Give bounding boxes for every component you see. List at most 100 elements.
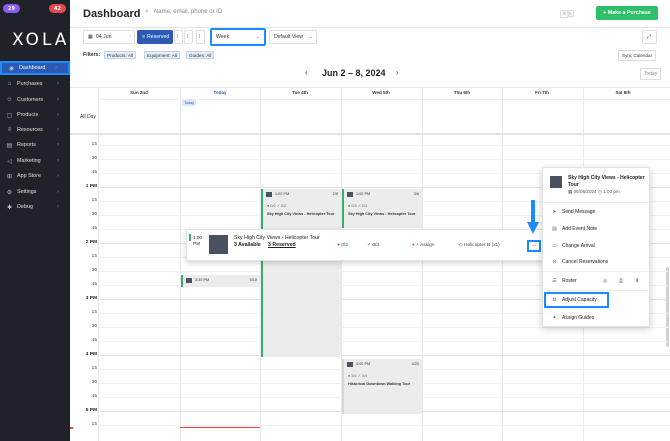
user-icon: ● xyxy=(337,243,340,248)
prev-week-button[interactable]: ‹ xyxy=(305,68,308,77)
guide-icon: ● xyxy=(412,243,415,248)
default-view-value: Default View xyxy=(274,34,304,40)
calendar-icon: ▦ xyxy=(88,34,93,40)
event-time: 1:00 PM xyxy=(356,192,371,196)
chevron-down-icon: ⌄ xyxy=(308,34,313,40)
view-mode-button-3[interactable]: ⁞ xyxy=(184,30,193,44)
all-day-label: All Day xyxy=(80,114,96,120)
chart-icon: ▤ xyxy=(6,142,13,149)
expand-icon: ⤢ xyxy=(647,33,652,40)
more-icon: ··· xyxy=(531,243,537,249)
checked-in-value: 0/3 xyxy=(372,243,380,248)
event-time: 4:00 PM xyxy=(356,362,371,366)
cancel-icon: ⊘ xyxy=(552,259,557,265)
event-card-walking-tour[interactable]: 4:00 PM 4/20 ● 3/4 ✓ 0/4 Historical Down… xyxy=(342,359,422,414)
cancel-reservations-menu-item[interactable]: ⊘ Cancel Reservations xyxy=(546,255,648,269)
sidebar-item-customers[interactable]: ☺ Customers › xyxy=(0,93,70,107)
menu-item-label: Cancel Reservations xyxy=(562,259,609,265)
notification-badge[interactable]: 29 xyxy=(3,4,20,13)
view-roster-icon[interactable]: ◎ xyxy=(603,278,607,284)
event-meta-2: 0/4 xyxy=(361,374,368,378)
adjust-capacity-menu-item[interactable]: ⇅ Adjust Capacity xyxy=(544,292,609,308)
arrow-down-icon xyxy=(527,200,539,234)
event-card-wed[interactable]: 1:00 PM 3/8 ● 0/3 ✓ 0/3 Sky High City Vi… xyxy=(342,189,422,228)
sidebar-item-label: App Store xyxy=(17,173,41,179)
add-event-note-menu-item[interactable]: ▤ Add Event Note xyxy=(546,222,648,236)
roster-menu-item[interactable]: ☰ Roster ◎ ⎙ ⬇ xyxy=(546,274,648,288)
capacity-icon: ⇅ xyxy=(552,297,557,303)
sidebar-item-marketing[interactable]: ◁ Marketing › xyxy=(0,154,70,168)
reserved-toggle-button[interactable]: ≡ Reserved xyxy=(137,30,173,44)
menu-divider xyxy=(543,202,649,203)
chevron-right-icon: › xyxy=(57,173,59,179)
arrival-icon: ▭ xyxy=(552,243,557,249)
event-thumbnail xyxy=(266,192,272,197)
sidebar-item-settings[interactable]: ⚙ Settings › xyxy=(0,185,70,199)
change-arrival-menu-item[interactable]: ▭ Change Arrival xyxy=(546,239,648,253)
check-icon: ✓ xyxy=(357,204,361,208)
search-input[interactable]: ⌕ Name, email, phone or ID xyxy=(145,8,655,16)
sidebar-item-label: Marketing xyxy=(17,158,41,164)
filter-guides-chip[interactable]: Guides: All xyxy=(186,51,215,59)
sidebar-item-label: Resources xyxy=(17,127,43,133)
day-header-wed: Wed 5th xyxy=(372,90,390,95)
reserved-count-link[interactable]: 3 Reserved xyxy=(268,242,296,248)
filters-label: Filters: xyxy=(83,52,101,58)
assign-guide-button[interactable]: ● + Assign xyxy=(412,243,435,248)
assign-label: + Assign xyxy=(416,243,435,248)
event-count: 2/8 xyxy=(332,192,338,196)
reserved-label: Reserved xyxy=(147,34,170,40)
sidebar-item-resources[interactable]: ≡ Resources › xyxy=(0,123,70,137)
filter-equipment-chip[interactable]: Equipment: All xyxy=(144,51,180,59)
time-label: 30 xyxy=(91,380,97,385)
view-mode-button-4[interactable]: ⁞ xyxy=(196,30,205,44)
menu-time-value: 1:00 pm xyxy=(603,189,620,194)
note-icon: ▤ xyxy=(552,226,557,232)
sidebar-item-products[interactable]: ▢ Products › xyxy=(0,108,70,122)
filter-products-chip[interactable]: Products: All xyxy=(104,51,137,59)
make-purchase-button[interactable]: + Make a Purchase xyxy=(596,6,658,20)
download-roster-icon[interactable]: ⬇ xyxy=(635,278,639,284)
user-icon: ● xyxy=(348,374,351,378)
view-mode-button-2[interactable]: ⁞ xyxy=(174,30,183,44)
resource-label: ◇ Helicopter B (x1) xyxy=(459,243,500,248)
sidebar-item-debug[interactable]: ✱ Debug › xyxy=(0,200,70,214)
checked-in-count: ✓ 0/3 xyxy=(367,243,379,248)
sidebar-item-purchases[interactable]: ⌂ Purchases › xyxy=(0,77,70,91)
event-count: 5/10 xyxy=(249,278,257,282)
date-picker[interactable]: ▦ 04 Jun › xyxy=(83,30,135,44)
time-label: 2 PM xyxy=(85,240,97,245)
list-icon: ≡ xyxy=(142,34,146,40)
calendar-scrollbar[interactable] xyxy=(666,267,669,347)
sidebar-item-reports[interactable]: ▤ Reports › xyxy=(0,138,70,152)
sync-calendar-button[interactable]: Sync Calendar xyxy=(618,50,657,61)
time-label: 45 xyxy=(91,226,97,231)
time-label: 30 xyxy=(91,268,97,273)
time-label: 15 xyxy=(91,142,97,147)
default-view-select[interactable]: Default View ⌄ xyxy=(269,30,317,44)
next-week-button[interactable]: › xyxy=(396,68,399,77)
event-meta-1: 3/4 xyxy=(351,374,357,378)
sidebar-item-app-store[interactable]: ⊞ App Store › xyxy=(0,169,70,183)
send-message-menu-item[interactable]: ➤ Send Message xyxy=(546,205,648,219)
event-thumbnail xyxy=(186,278,192,283)
grid-column-divider xyxy=(98,87,99,441)
expand-button[interactable]: ⤢ xyxy=(642,30,657,44)
check-icon: ✓ xyxy=(357,374,361,378)
popup-title: Sky High City Views - Helicopter Tour xyxy=(234,235,320,241)
chevron-right-icon: › xyxy=(57,112,59,118)
time-gridline xyxy=(98,355,670,356)
more-options-button[interactable]: ··· xyxy=(527,240,541,252)
alert-badge[interactable]: 42 xyxy=(49,4,66,13)
today-button[interactable]: Today xyxy=(640,68,662,80)
event-count: 3/8 xyxy=(413,192,419,196)
chevron-right-icon: › xyxy=(57,142,59,148)
sidebar-item-dashboard[interactable]: ◉ Dashboard › xyxy=(0,61,70,75)
print-roster-icon[interactable]: ⎙ xyxy=(619,278,623,284)
event-card-tue[interactable]: 1:00 PM 2/8 ● 0/2 ✓ 0/2 Sky High City Vi… xyxy=(261,189,341,357)
assign-guides-menu-item[interactable]: ✦ Assign Guides xyxy=(546,311,648,325)
week-select[interactable]: Week ⌄ xyxy=(210,28,266,46)
event-card-today[interactable]: 3:30 PM 5/10 xyxy=(181,275,260,287)
time-label: 3 PM xyxy=(85,296,97,301)
menu-divider xyxy=(543,290,649,291)
